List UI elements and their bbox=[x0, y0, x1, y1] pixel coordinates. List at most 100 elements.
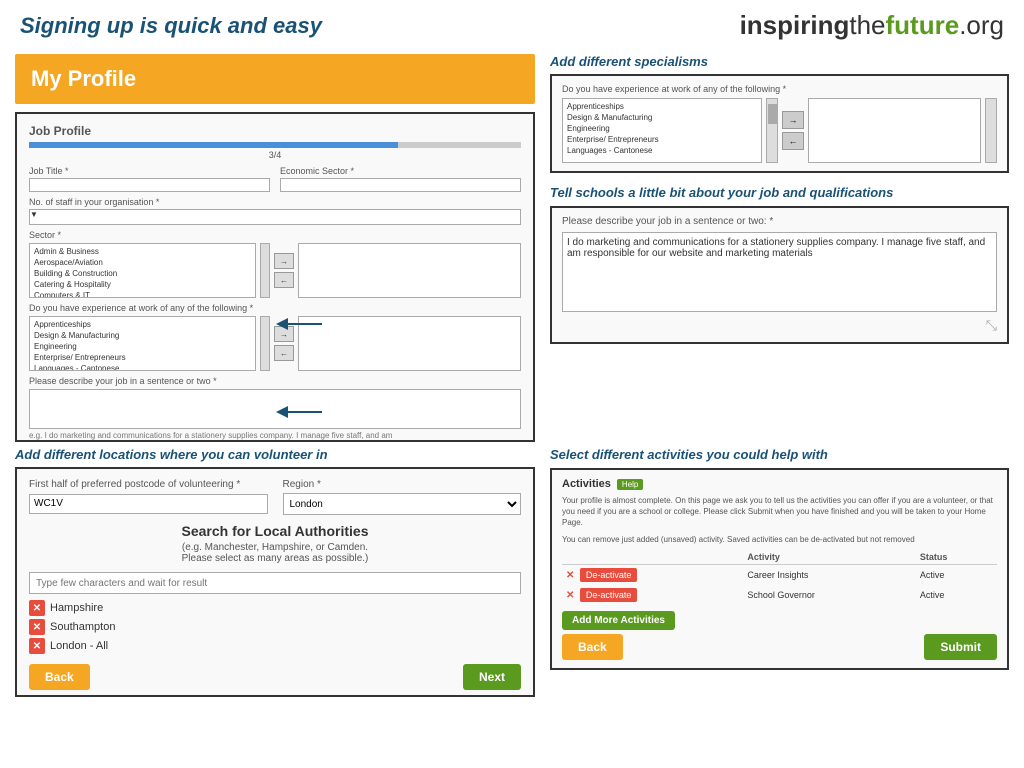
back-button[interactable]: Back bbox=[29, 664, 90, 690]
search-auth-heading: Search for Local Authorities bbox=[29, 523, 521, 539]
experience-listbox[interactable]: Apprenticeships Design & Manufacturing E… bbox=[29, 316, 256, 371]
row-x-icon[interactable]: ✕ bbox=[566, 570, 574, 581]
sector-listbox[interactable]: Admin & Business Aerospace/Aviation Buil… bbox=[29, 243, 256, 298]
region-select[interactable]: London bbox=[283, 493, 522, 515]
list-item: Enterprise/ Entrepreneurs bbox=[565, 134, 759, 145]
arrow-left-btn[interactable]: ← bbox=[274, 272, 294, 288]
tell-schools-label: Please describe your job in a sentence o… bbox=[562, 216, 997, 227]
top-row: My Profile Job Profile 3/4 Job Title * E… bbox=[0, 49, 1024, 442]
postcode-input[interactable] bbox=[29, 494, 268, 514]
list-item: Engineering bbox=[565, 123, 759, 134]
arrow-right-btn[interactable]: → bbox=[274, 253, 294, 269]
staff-count-select[interactable]: ▼ bbox=[29, 209, 521, 225]
arrow-annotation-sector bbox=[272, 309, 332, 342]
specialism-scrollbar[interactable] bbox=[766, 98, 778, 163]
progress-label: 3/4 bbox=[29, 150, 521, 160]
row-action-cell: ✕ De-activate bbox=[562, 564, 743, 585]
job-title-input[interactable] bbox=[29, 178, 270, 192]
tag-hampshire: ✕ Hampshire bbox=[29, 600, 521, 616]
job-profile-title: Job Profile bbox=[29, 124, 521, 138]
bottom-row: Add different locations where you can vo… bbox=[0, 447, 1024, 697]
deactivate-btn-2[interactable]: De-activate bbox=[580, 588, 638, 602]
next-button[interactable]: Next bbox=[463, 664, 521, 690]
sector-arrow-buttons: → ← bbox=[274, 253, 294, 288]
locations-heading: Add different locations where you can vo… bbox=[15, 447, 535, 462]
describe-hint: e.g. I do marketing and communications f… bbox=[29, 431, 521, 440]
list-item: Aerospace/Aviation bbox=[32, 257, 253, 268]
specialisms-box: Do you have experience at work of any of… bbox=[550, 74, 1009, 173]
experience-annotation-arrow bbox=[272, 397, 332, 427]
status-cell: Active bbox=[916, 564, 997, 585]
deactivate-btn-1[interactable]: De-activate bbox=[580, 568, 638, 582]
activities-title: Activities bbox=[562, 478, 611, 490]
top-right-section: Add different specialisms Do you have ex… bbox=[550, 54, 1009, 442]
spec-arrow-left[interactable]: ← bbox=[782, 132, 804, 150]
specialism-listbox-row: Apprenticeships Design & Manufacturing E… bbox=[562, 98, 997, 163]
activity-name-cell2: School Governor bbox=[743, 585, 916, 605]
tag-label-southampton: Southampton bbox=[50, 621, 115, 633]
help-badge[interactable]: Help bbox=[617, 479, 643, 490]
top-left-section: My Profile Job Profile 3/4 Job Title * E… bbox=[15, 54, 535, 442]
specialism-arrows: → ← bbox=[782, 111, 804, 150]
search-authorities-input[interactable] bbox=[29, 572, 521, 594]
sector-label: Sector * bbox=[29, 230, 521, 240]
activities-back-button[interactable]: Back bbox=[562, 634, 623, 660]
progress-bar bbox=[29, 142, 521, 148]
list-item: Languages - Cantonese bbox=[565, 145, 759, 156]
list-item: Design & Manufacturing bbox=[32, 330, 253, 341]
tell-schools-container: Tell schools a little bit about your job… bbox=[550, 185, 1009, 344]
sector-target-listbox[interactable] bbox=[298, 243, 521, 298]
page-title: Signing up is quick and easy bbox=[20, 13, 322, 39]
my-profile-label: My Profile bbox=[31, 66, 519, 92]
list-item: Apprenticeships bbox=[565, 101, 759, 112]
economic-sector-input[interactable] bbox=[280, 178, 521, 192]
activities-desc1: Your profile is almost complete. On this… bbox=[562, 495, 997, 529]
tag-remove-london[interactable]: ✕ bbox=[29, 638, 45, 654]
tag-southampton: ✕ Southampton bbox=[29, 619, 521, 635]
resize-indicator: ⤡ bbox=[562, 317, 997, 334]
location-form-row: First half of preferred postcode of volu… bbox=[29, 479, 521, 515]
tell-schools-heading: Tell schools a little bit about your job… bbox=[550, 185, 1009, 200]
activities-section: Activities Help Your profile is almost c… bbox=[550, 468, 1009, 670]
my-profile-box: My Profile bbox=[15, 54, 535, 104]
arrow-left-btn2[interactable]: ← bbox=[274, 345, 294, 361]
activities-footer: Back Submit bbox=[562, 634, 997, 660]
specialisms-heading: Add different specialisms bbox=[550, 54, 1009, 69]
tell-schools-textarea[interactable]: I do marketing and communications for a … bbox=[562, 232, 997, 312]
tag-label-london: London - All bbox=[50, 640, 108, 652]
spec-arrow-right[interactable]: → bbox=[782, 111, 804, 129]
activities-heading: Select different activities you could he… bbox=[550, 447, 1009, 462]
list-item: Enterprise/ Entrepreneurs bbox=[32, 352, 253, 363]
specialism-target-scrollbar[interactable] bbox=[985, 98, 997, 163]
col-header-status: Status bbox=[916, 550, 997, 565]
activity-name-cell: Career Insights bbox=[743, 564, 916, 585]
bottom-right-section: Select different activities you could he… bbox=[550, 447, 1009, 697]
row-x-icon2[interactable]: ✕ bbox=[566, 590, 574, 601]
location-footer: Back Next bbox=[29, 664, 521, 690]
tag-remove-southampton[interactable]: ✕ bbox=[29, 619, 45, 635]
list-item: Design & Manufacturing bbox=[565, 112, 759, 123]
tag-remove-hampshire[interactable]: ✕ bbox=[29, 600, 45, 616]
logo-the: the bbox=[849, 10, 885, 40]
region-label: Region * bbox=[283, 479, 522, 490]
add-more-button[interactable]: Add More Activities bbox=[562, 611, 675, 630]
list-item: Admin & Business bbox=[32, 246, 253, 257]
sector-listbox-row: Admin & Business Aerospace/Aviation Buil… bbox=[29, 243, 521, 298]
list-item: Apprenticeships bbox=[32, 319, 253, 330]
specialism-source-listbox[interactable]: Apprenticeships Design & Manufacturing E… bbox=[562, 98, 762, 163]
specialisms-label: Do you have experience at work of any of… bbox=[562, 84, 997, 94]
submit-button[interactable]: Submit bbox=[924, 634, 997, 660]
specialism-target-listbox[interactable] bbox=[808, 98, 981, 163]
progress-bar-fill bbox=[29, 142, 398, 148]
sector-annotation-arrow bbox=[272, 309, 332, 339]
activities-header: Activities Help bbox=[562, 478, 997, 490]
job-profile-screenshot: Job Profile 3/4 Job Title * Economic Sec… bbox=[15, 112, 535, 442]
staff-count-label: No. of staff in your organisation * bbox=[29, 197, 521, 207]
col-header-activity: Activity bbox=[743, 550, 916, 565]
list-item: Languages - Cantonese bbox=[32, 363, 253, 371]
tag-label-hampshire: Hampshire bbox=[50, 602, 103, 614]
list-item: Computers & IT bbox=[32, 290, 253, 298]
table-row: ✕ De-activate School Governor Active bbox=[562, 585, 997, 605]
logo-org: .org bbox=[959, 10, 1004, 40]
tell-schools-section: Please describe your job in a sentence o… bbox=[550, 206, 1009, 344]
